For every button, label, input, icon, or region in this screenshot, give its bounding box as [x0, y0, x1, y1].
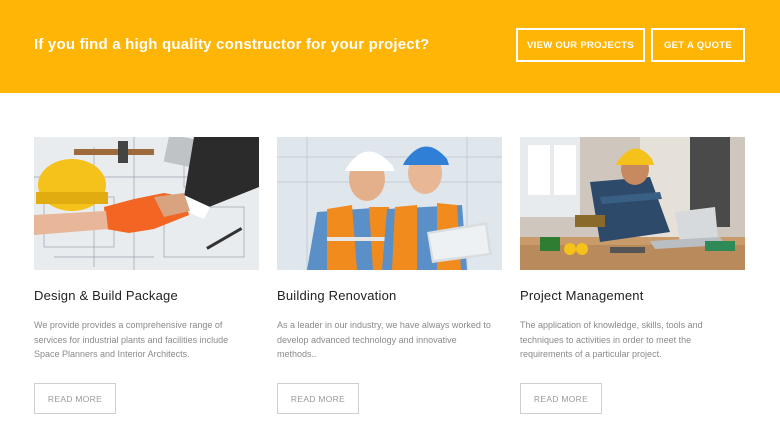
service-card-renovation: Building Renovation As a leader in our i…: [277, 137, 502, 414]
cta-banner: If you find a high quality constructor f…: [0, 0, 780, 93]
engineers-laptop-image: [277, 137, 502, 270]
worker-at-desk-image: [520, 137, 745, 270]
service-card-project-management: Project Management The application of kn…: [520, 137, 745, 414]
service-card-design-build: Design & Build Package We provide provid…: [34, 137, 259, 414]
banner-headline: If you find a high quality constructor f…: [34, 36, 430, 53]
read-more-button[interactable]: READ MORE: [277, 383, 359, 414]
card-description: We provide provides a comprehensive rang…: [34, 320, 229, 359]
read-more-button[interactable]: READ MORE: [34, 383, 116, 414]
view-projects-button[interactable]: VIEW OUR PROJECTS: [516, 28, 645, 62]
card-title: Design & Build Package: [34, 288, 178, 303]
get-quote-button[interactable]: GET A QUOTE: [651, 28, 745, 62]
card-title: Building Renovation: [277, 288, 397, 303]
card-title: Project Management: [520, 288, 644, 303]
read-more-button[interactable]: READ MORE: [520, 383, 602, 414]
handshake-blueprint-image: [34, 137, 259, 270]
card-description: As a leader in our industry, we have alw…: [277, 320, 491, 359]
card-description: The application of knowledge, skills, to…: [520, 320, 703, 359]
